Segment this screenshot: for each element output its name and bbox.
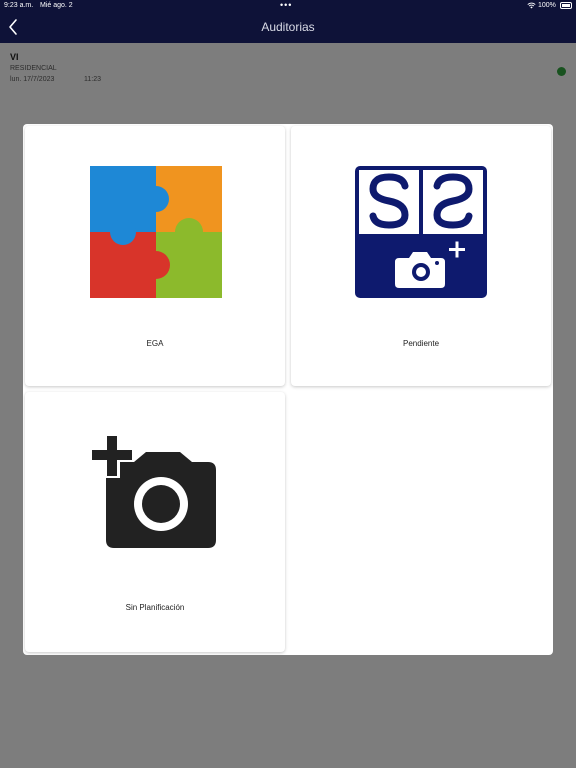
- option-sin-planificacion-card[interactable]: Sin Planificación: [25, 392, 285, 652]
- status-date: Mié ago. 2: [40, 2, 73, 9]
- audit-type-picker: EGA Pendiente Sin Planificación: [23, 124, 553, 655]
- option-label: Sin Planificación: [125, 603, 185, 612]
- option-ega-card[interactable]: EGA: [25, 126, 285, 386]
- ss-camera-icon: [355, 166, 487, 298]
- status-time: 9:23 a.m.: [4, 2, 34, 9]
- option-label: EGA: [146, 339, 164, 348]
- option-pendiente-card[interactable]: Pendiente: [291, 126, 551, 386]
- nav-bar: Auditorias: [0, 12, 576, 43]
- puzzle-icon: [90, 166, 222, 298]
- page-title: Auditorias: [261, 20, 315, 34]
- wifi-icon: [527, 2, 536, 9]
- multitask-dots[interactable]: •••: [280, 0, 292, 10]
- battery-percent: 100%: [538, 2, 556, 9]
- battery-icon: [560, 2, 572, 9]
- add-camera-icon: [90, 434, 216, 548]
- status-bar: 9:23 a.m. Mié ago. 2 ••• 100%: [0, 0, 576, 12]
- option-label: Pendiente: [402, 339, 440, 348]
